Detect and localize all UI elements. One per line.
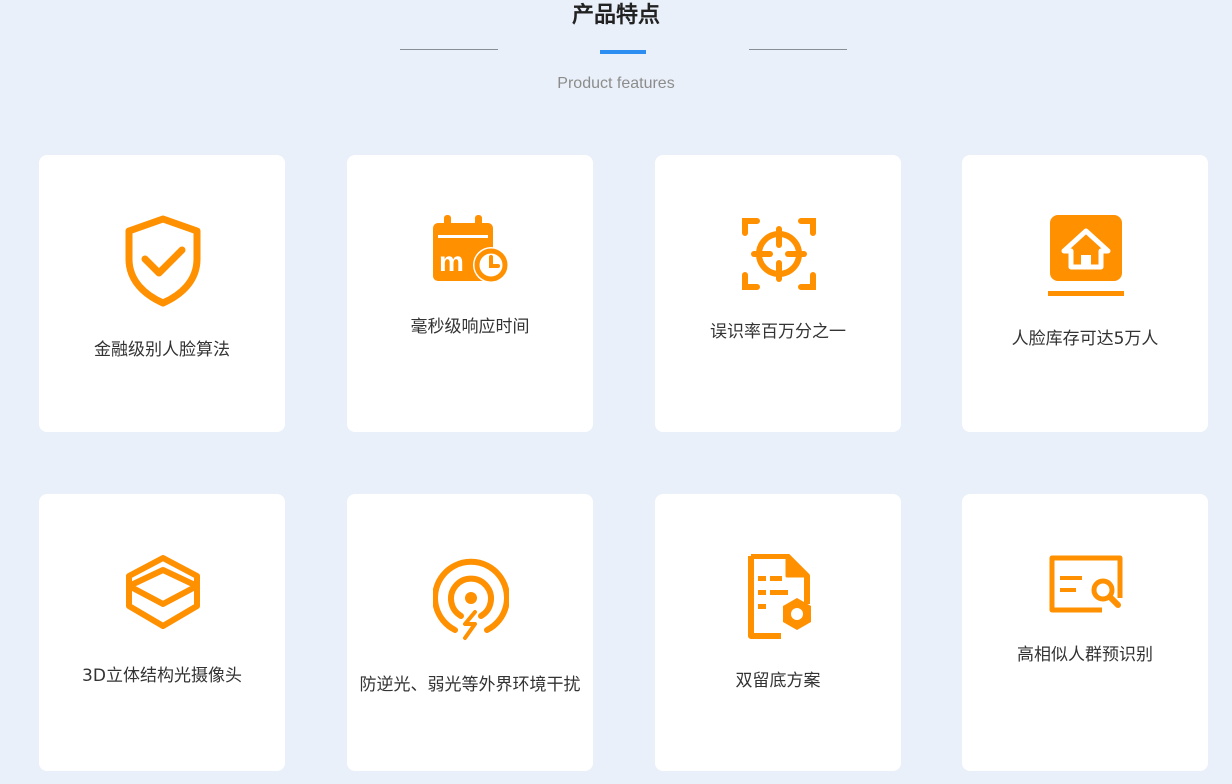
svg-text:m: m [439,246,464,277]
house-database-icon [1048,215,1124,296]
feature-label: 误识率百万分之一 [710,322,846,342]
target-scan-icon [742,218,816,290]
product-features-section: 产品特点 Product features 金融级别人脸算法 m 毫秒级响应时间 [0,0,1232,784]
feature-card-similar-face: 高相似人群预识别 [962,494,1208,771]
3d-layers-icon [126,555,200,629]
feature-card-response-time: m 毫秒级响应时间 [347,155,593,432]
document-hex-icon [748,554,811,639]
feature-label: 人脸库存可达5万人 [1011,329,1159,349]
feature-label: 防逆光、弱光等外界环境干扰 [359,675,581,695]
feature-label: 金融级别人脸算法 [94,340,230,360]
feature-label: 高相似人群预识别 [1017,645,1153,665]
title-divider-left [400,49,498,50]
title-divider-right [749,49,847,50]
feature-card-3d-camera: 3D立体结构光摄像头 [39,494,285,771]
section-subtitle: Product features [557,75,675,92]
feature-label: 毫秒级响应时间 [410,317,530,337]
section-title: 产品特点 [571,3,660,28]
light-signal-icon [433,558,509,640]
feature-label: 3D立体结构光摄像头 [82,666,242,686]
feature-card-face-database: 人脸库存可达5万人 [962,155,1208,432]
feature-card-dual-backup: 双留底方案 [655,494,901,771]
calendar-clock-icon: m [433,215,509,283]
id-card-search-icon [1049,555,1123,613]
feature-card-face-algorithm: 金融级别人脸算法 [39,155,285,432]
feature-card-light-resistance: 防逆光、弱光等外界环境干扰 [347,494,593,771]
shield-check-icon [125,215,201,307]
title-accent-bar [600,50,646,54]
feature-label: 双留底方案 [735,671,821,691]
feature-card-error-rate: 误识率百万分之一 [655,155,901,432]
